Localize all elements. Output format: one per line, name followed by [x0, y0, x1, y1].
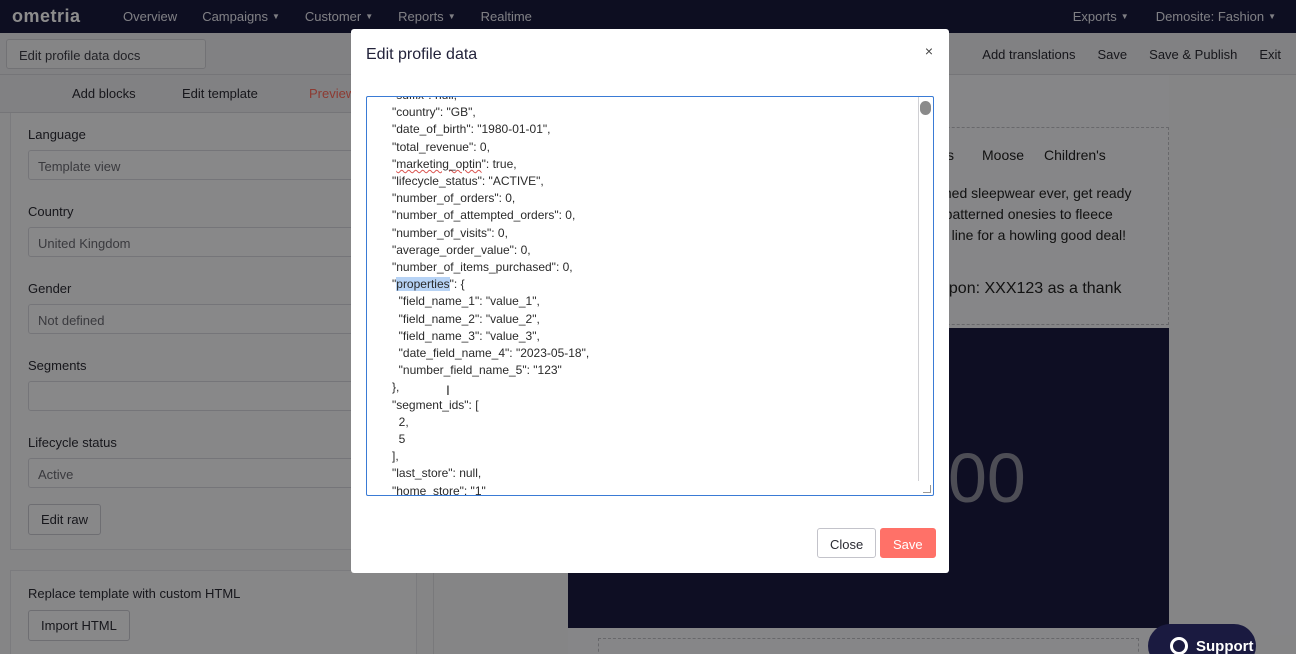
code-line: "segment_ids": [ [392, 397, 479, 412]
modal-title: Edit profile data [366, 46, 478, 63]
code-line: "number_field_name_5": "123" [392, 363, 562, 378]
code-line: 2, [392, 414, 409, 429]
edit-profile-data-modal: Edit profile data × "suffix": null,"coun… [351, 29, 949, 573]
code-line: "date_of_birth": "1980-01-01", [392, 122, 551, 137]
save-button[interactable]: Save [880, 528, 936, 558]
code-line: "marketing_optin": true, [392, 156, 912, 173]
code-line: "last_store": null, [392, 466, 482, 481]
code-fragment: ": { [449, 277, 465, 292]
code-line: "country": "GB", [392, 105, 476, 120]
code-fragment: ": true, [481, 156, 517, 171]
resize-handle-icon[interactable] [923, 485, 931, 493]
profile-json-editor[interactable]: "suffix": null,"country": "GB", "date_of_… [366, 96, 934, 496]
chat-icon [1170, 637, 1188, 654]
code-line: "average_order_value": 0, [392, 242, 531, 257]
code-line: "field_name_2": "value_2", [392, 311, 540, 326]
support-button[interactable]: Support [1148, 624, 1256, 654]
code-line: }, [392, 380, 400, 395]
text-cursor-icon: I [446, 382, 450, 398]
code-line: "lifecycle_status": "ACTIVE", [392, 174, 544, 189]
code-line: "home_store": "1" [392, 483, 486, 496]
code-line: 5 [392, 432, 406, 447]
code-line: "number_of_orders": 0, [392, 191, 516, 206]
json-text: "suffix": null,"country": "GB", "date_of_… [392, 97, 912, 496]
editor-scrollbar-thumb[interactable] [920, 101, 931, 115]
spellcheck-word: marketing_optin [396, 156, 482, 171]
code-line: "number_of_visits": 0, [392, 225, 508, 240]
editor-scrollbar-track[interactable] [918, 97, 919, 481]
close-icon[interactable]: × [925, 43, 933, 59]
support-label: Support [1196, 637, 1254, 654]
code-line: "number_of_items_purchased": 0, [392, 260, 573, 275]
code-line: "properties": { [392, 276, 912, 293]
selected-text: properties [396, 277, 450, 292]
close-button[interactable]: Close [817, 528, 877, 558]
code-line: "number_of_attempted_orders": 0, [392, 208, 576, 223]
code-line: "date_field_name_4": "2023-05-18", [392, 346, 590, 361]
code-line: ], [392, 449, 399, 464]
code-line: "field_name_3": "value_3", [392, 328, 540, 343]
code-line: "field_name_1": "value_1", [392, 294, 540, 309]
code-line: "total_revenue": 0, [392, 139, 490, 154]
code-line: "suffix": null, [392, 97, 912, 104]
